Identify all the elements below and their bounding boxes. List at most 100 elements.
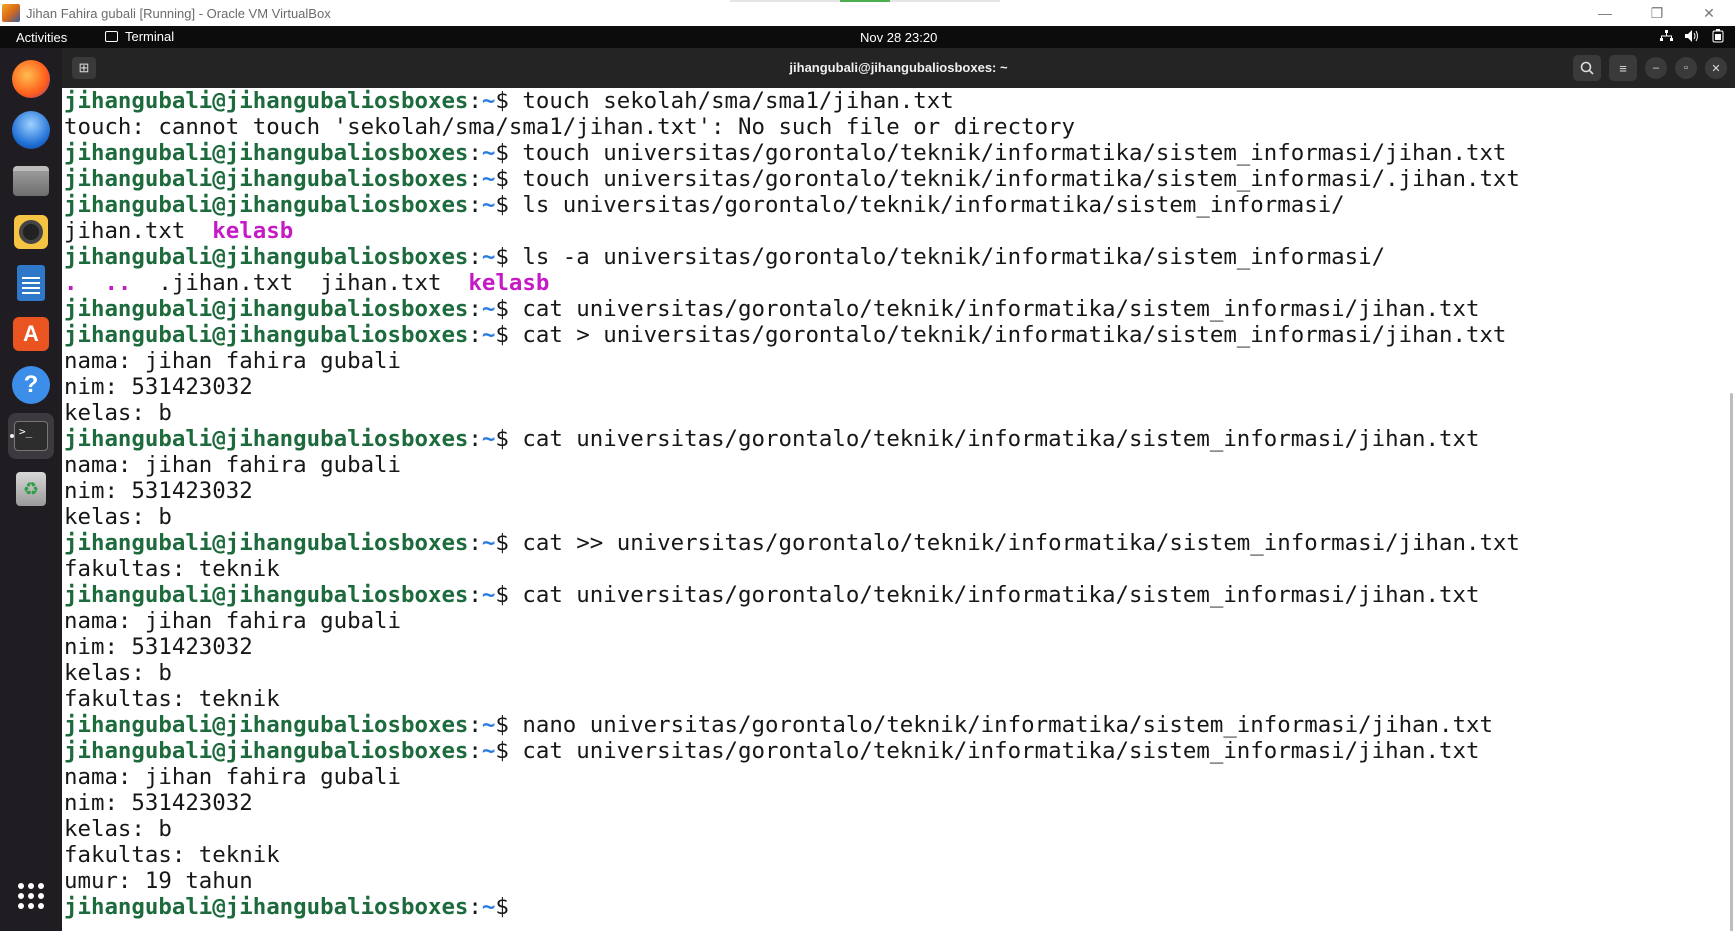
dock-firefox[interactable] [8, 56, 54, 102]
file-entries: .jihan.txt jihan.txt [131, 270, 469, 296]
output-line: kelas: b [64, 816, 1520, 842]
prompt-colon: : [468, 192, 482, 218]
output-text: nim: 531423032 [64, 634, 253, 660]
prompt-user: jihangubali@jihangubaliosboxes [64, 88, 469, 114]
system-tray[interactable] [1659, 29, 1725, 43]
output-line: nim: 531423032 [64, 634, 1520, 660]
prompt-path: ~ [481, 712, 496, 738]
dock-terminal[interactable]: >_ [8, 413, 54, 459]
prompt-path: ~ [481, 166, 496, 192]
battery-icon[interactable] [1711, 29, 1725, 43]
rhythmbox-icon [14, 215, 48, 249]
output-text: fakultas: teknik [64, 556, 280, 582]
command-line: jihangubali@jihangubaliosboxes:~$ ls -a … [64, 244, 1520, 270]
prompt-symbol: $ [495, 140, 509, 166]
writer-icon [17, 265, 45, 301]
prompt-path: ~ [481, 426, 496, 452]
close-button[interactable]: ✕ [1705, 57, 1727, 79]
output-line: jihan.txt kelasb [64, 218, 1520, 244]
command-line: jihangubali@jihangubaliosboxes:~$ cat un… [64, 426, 1520, 452]
volume-icon[interactable] [1685, 29, 1699, 43]
firefox-icon [12, 60, 50, 98]
output-line: nim: 531423032 [64, 374, 1520, 400]
output-line: . .. .jihan.txt jihan.txt kelasb [64, 270, 1520, 296]
prompt-path: ~ [481, 322, 496, 348]
host-close-button[interactable]: ✕ [1683, 0, 1735, 26]
prompt-user: jihangubali@jihangubaliosboxes [64, 140, 469, 166]
terminal-output[interactable]: jihangubali@jihangubaliosboxes:~$ touch … [62, 88, 1735, 931]
command-text: ls universitas/gorontalo/teknik/informat… [508, 192, 1345, 218]
dock-thunderbird[interactable] [8, 107, 54, 153]
prompt-path: ~ [481, 140, 496, 166]
prompt-symbol: $ [495, 582, 509, 608]
output-line: nama: jihan fahira gubali [64, 608, 1520, 634]
prompt-path: ~ [481, 192, 496, 218]
output-text: nim: 531423032 [64, 478, 253, 504]
output-line: umur: 19 tahun [64, 868, 1520, 894]
host-window-titlebar: Jihan Fahira gubali [Running] - Oracle V… [0, 0, 1735, 26]
activities-button[interactable]: Activities [16, 30, 67, 45]
prompt-path: ~ [481, 530, 496, 556]
output-text: nama: jihan fahira gubali [64, 608, 402, 634]
maximize-button[interactable]: ▫ [1675, 57, 1697, 79]
file-entry: jihan.txt [64, 218, 213, 244]
command-line: jihangubali@jihangubaliosboxes:~$ ls uni… [64, 192, 1520, 218]
dock-rhythmbox[interactable] [8, 209, 54, 255]
terminal-headerbar: ⊞ jihangubali@jihangubaliosboxes: ~ ≡ – … [62, 48, 1735, 88]
app-menu-terminal[interactable]: Terminal [105, 29, 174, 44]
output-line: fakultas: teknik [64, 686, 1520, 712]
output-text: nama: jihan fahira gubali [64, 348, 402, 374]
prompt-user: jihangubali@jihangubaliosboxes [64, 192, 469, 218]
output-line: nama: jihan fahira gubali [64, 348, 1520, 374]
dock-app-center[interactable]: A [8, 311, 54, 357]
output-text: kelas: b [64, 660, 172, 686]
minimize-button[interactable]: – [1645, 57, 1667, 79]
scrollbar[interactable] [1730, 393, 1733, 931]
directory-entry: kelasb [468, 270, 550, 296]
host-minimize-button[interactable]: — [1579, 0, 1631, 26]
menu-button[interactable]: ≡ [1609, 55, 1637, 81]
app-center-icon: A [13, 317, 49, 351]
output-line: fakultas: teknik [64, 842, 1520, 868]
output-line: touch: cannot touch 'sekolah/sma/sma1/ji… [64, 114, 1520, 140]
output-line: fakultas: teknik [64, 556, 1520, 582]
command-text: cat universitas/gorontalo/teknik/informa… [508, 426, 1480, 452]
prompt-symbol: $ [495, 322, 509, 348]
prompt-colon: : [468, 738, 482, 764]
dock-trash[interactable]: ♻ [8, 466, 54, 512]
prompt-path: ~ [481, 582, 496, 608]
output-line: kelas: b [64, 660, 1520, 686]
prompt-symbol: $ [495, 530, 509, 556]
command-text: touch sekolah/sma/sma1/jihan.txt [508, 88, 954, 114]
dock-writer[interactable] [8, 260, 54, 306]
clock[interactable]: Nov 28 23:20 [860, 30, 937, 45]
prompt-symbol: $ [495, 192, 509, 218]
ubuntu-top-bar: Activities Terminal Nov 28 23:20 [0, 26, 1735, 48]
prompt-user: jihangubali@jihangubaliosboxes [64, 166, 469, 192]
command-text: touch universitas/gorontalo/teknik/infor… [508, 140, 1507, 166]
terminal-small-icon [105, 31, 118, 42]
help-icon: ? [12, 366, 50, 404]
prompt-symbol: $ [495, 244, 509, 270]
prompt-user: jihangubali@jihangubaliosboxes [64, 712, 469, 738]
prompt-user: jihangubali@jihangubaliosboxes [64, 244, 469, 270]
app-menu-label: Terminal [125, 29, 175, 44]
output-line: nama: jihan fahira gubali [64, 764, 1520, 790]
terminal-title: jihangubali@jihangubaliosboxes: ~ [789, 60, 1008, 75]
prompt-symbol: $ [495, 296, 509, 322]
prompt-colon: : [468, 426, 482, 452]
output-line: nama: jihan fahira gubali [64, 452, 1520, 478]
output-text: kelas: b [64, 816, 172, 842]
dock-files[interactable] [8, 158, 54, 204]
virtualbox-icon [2, 4, 20, 22]
command-text: cat universitas/gorontalo/teknik/informa… [508, 296, 1480, 322]
prompt-path: ~ [481, 296, 496, 322]
network-icon[interactable] [1659, 29, 1673, 43]
search-button[interactable] [1573, 55, 1601, 81]
output-line: nim: 531423032 [64, 790, 1520, 816]
host-restore-button[interactable]: ❐ [1631, 0, 1683, 26]
output-text: touch: cannot touch 'sekolah/sma/sma1/ji… [64, 114, 1076, 140]
dock-help[interactable]: ? [8, 362, 54, 408]
command-line: jihangubali@jihangubaliosboxes:~$ touch … [64, 140, 1520, 166]
dock-show-apps[interactable] [8, 873, 54, 919]
